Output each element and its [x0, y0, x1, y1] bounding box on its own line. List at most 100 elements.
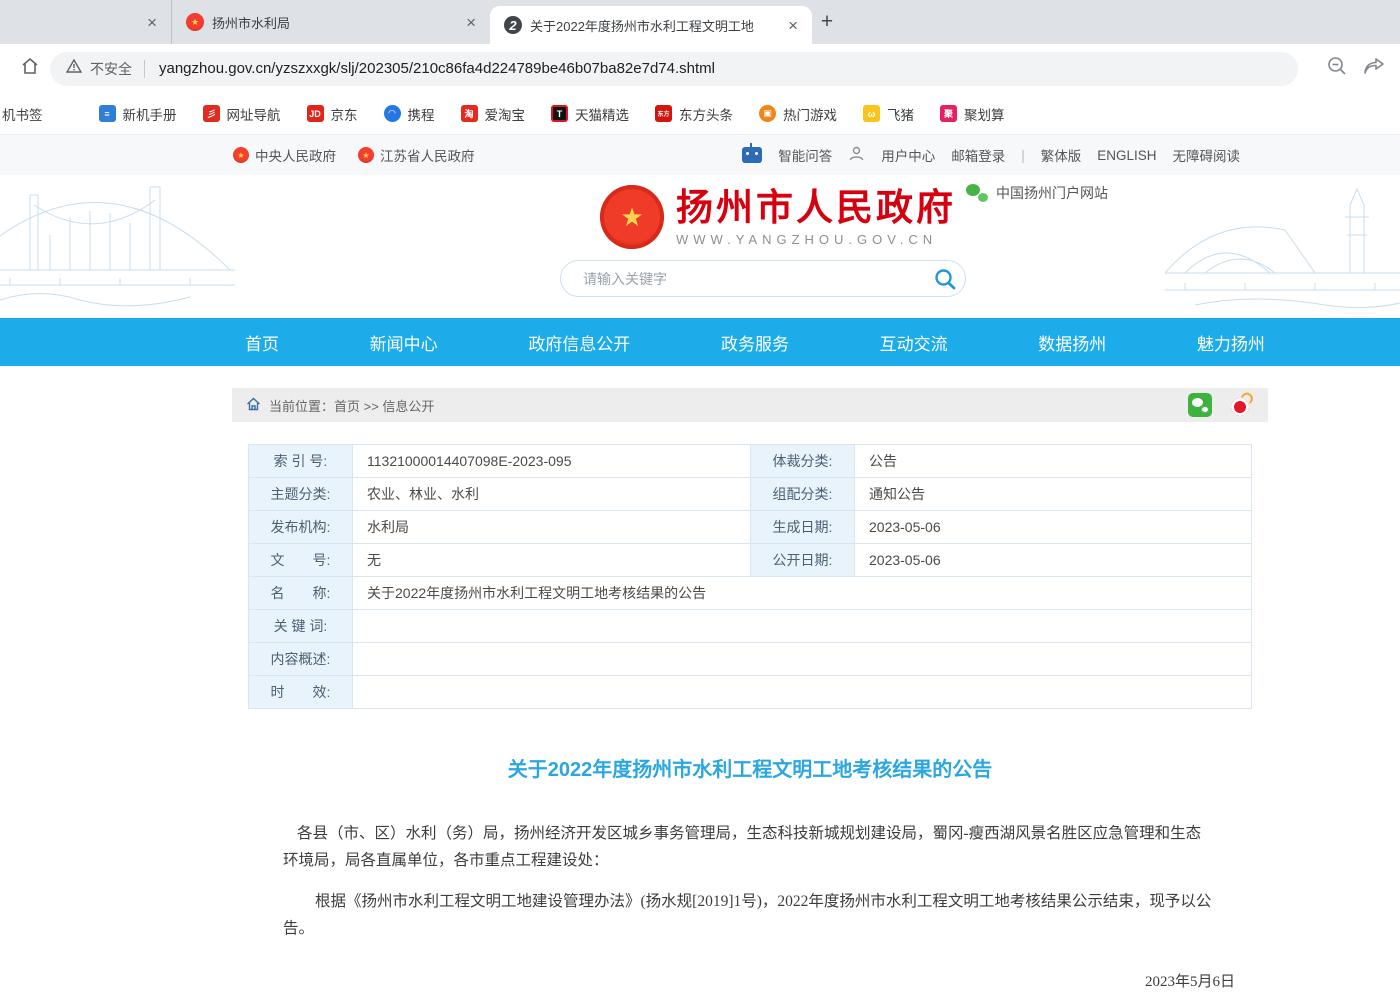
- bookmark-tmall[interactable]: T 天猫精选: [551, 104, 629, 124]
- tab-partial[interactable]: ×: [0, 0, 172, 44]
- portal-label: 中国扬州门户网站: [996, 183, 1108, 203]
- close-icon[interactable]: ×: [143, 12, 161, 33]
- wechat-share-icon[interactable]: [1188, 393, 1212, 417]
- meta-label: 组配分类:: [751, 478, 855, 511]
- gov-top-band: ★ 中央人民政府 ★ 江苏省人民政府 智能问答 用户中心 邮箱登录 | 繁体版 …: [0, 135, 1400, 175]
- site-nav-icon: 彡: [203, 105, 220, 122]
- bookmark-phone[interactable]: 机书签: [2, 104, 43, 124]
- url-text[interactable]: yangzhou.gov.cn/yzszxxgk/slj/202305/210c…: [159, 60, 715, 77]
- nav-charm[interactable]: 魅力扬州: [1187, 330, 1275, 355]
- meta-value-topic: 农业、林业、水利: [353, 478, 751, 511]
- home-icon[interactable]: [20, 56, 40, 81]
- nav-data[interactable]: 数据扬州: [1028, 330, 1116, 355]
- document-meta-table: 索 引 号: 11321000014407098E-2023-095 体裁分类:…: [248, 444, 1252, 709]
- gov-link-label: 江苏省人民政府: [380, 145, 475, 165]
- tab-title: 扬州市水利局: [212, 13, 454, 32]
- tab-active-announcement[interactable]: 2 关于2022年度扬州市水利工程文明工地 ×: [490, 6, 812, 44]
- tab-title: 关于2022年度扬州市水利工程文明工地: [530, 16, 776, 35]
- site-logo[interactable]: ★ 扬州市人民政府 WWW.YANGZHOU.GOV.CN: [600, 185, 956, 249]
- meta-value-publish-date: 2023-05-06: [855, 544, 1252, 577]
- weibo-share-icon[interactable]: [1230, 393, 1254, 417]
- games-icon: ▣: [759, 105, 776, 122]
- bookmark-fliggy[interactable]: ω 飞猪: [863, 104, 914, 124]
- bookmark-manual[interactable]: ≡ 新机手册: [99, 104, 177, 124]
- table-row: 主题分类: 农业、林业、水利 组配分类: 通知公告: [249, 478, 1252, 511]
- meta-label: 名 称:: [249, 577, 353, 610]
- site-url: WWW.YANGZHOU.GOV.CN: [676, 232, 956, 247]
- jd-icon: JD: [307, 105, 324, 122]
- url-field[interactable]: 不安全 yangzhou.gov.cn/yzszxxgk/slj/202305/…: [50, 52, 1298, 86]
- gov-emblem-icon: ★: [358, 147, 374, 163]
- security-label[interactable]: 不安全: [90, 59, 132, 79]
- tab-water-bureau[interactable]: ★ 扬州市水利局 ×: [172, 0, 490, 44]
- nav-interaction[interactable]: 互动交流: [870, 330, 958, 355]
- divider: |: [1021, 148, 1025, 163]
- table-row: 关 键 词:: [249, 610, 1252, 643]
- page-content: 当前位置：首页 >> 信息公开 索 引 号: 11321000014407098…: [232, 388, 1268, 997]
- portal-badge[interactable]: 中国扬州门户网站: [966, 183, 1108, 203]
- tmall-icon: T: [551, 105, 568, 122]
- robot-icon: [742, 147, 762, 163]
- close-icon[interactable]: ×: [462, 12, 480, 33]
- meta-value-index-number: 11321000014407098E-2023-095: [353, 445, 751, 478]
- meta-value-doc-number: 无: [353, 544, 751, 577]
- nav-home[interactable]: 首页: [235, 330, 289, 355]
- traditional-link[interactable]: 繁体版: [1041, 145, 1082, 165]
- address-bar: 不安全 yangzhou.gov.cn/yzszxxgk/slj/202305/…: [0, 44, 1400, 93]
- manual-book-icon: ≡: [99, 105, 116, 122]
- meta-label: 内容概述:: [249, 643, 353, 676]
- bookmark-label: 天猫精选: [575, 104, 629, 124]
- nav-info-disclosure[interactable]: 政府信息公开: [518, 330, 640, 355]
- breadcrumb-home-icon[interactable]: [246, 397, 261, 414]
- new-tab-button[interactable]: +: [812, 0, 842, 44]
- link-jiangsu-gov[interactable]: ★ 江苏省人民政府: [358, 145, 475, 165]
- smart-qa-link[interactable]: 智能问答: [778, 145, 832, 165]
- nav-news[interactable]: 新闻中心: [360, 330, 448, 355]
- article-date: 2023年5月6日: [232, 970, 1235, 991]
- meta-label: 索 引 号:: [249, 445, 353, 478]
- search-input[interactable]: [561, 271, 925, 287]
- meta-value-agency: 水利局: [353, 511, 751, 544]
- user-center-link[interactable]: 用户中心: [881, 145, 935, 165]
- table-row: 时 效:: [249, 676, 1252, 709]
- bookmark-toutiao[interactable]: 东方 东方头条: [655, 104, 733, 124]
- share-icon[interactable]: [1362, 55, 1386, 82]
- site-name: 扬州市人民政府: [676, 187, 956, 230]
- search-icon[interactable]: [925, 267, 965, 291]
- bookmark-ctrip[interactable]: ◠ 携程: [384, 104, 435, 124]
- bookmark-jd[interactable]: JD 京东: [307, 104, 358, 124]
- gov-emblem-favicon: ★: [186, 13, 204, 31]
- table-row: 发布机构: 水利局 生成日期: 2023-05-06: [249, 511, 1252, 544]
- accessibility-link[interactable]: 无障碍阅读: [1173, 145, 1241, 165]
- bookmark-label: 机书签: [2, 104, 43, 124]
- bookmark-games[interactable]: ▣ 热门游戏: [759, 104, 837, 124]
- mail-login-link[interactable]: 邮箱登录: [951, 145, 1005, 165]
- zoom-out-icon[interactable]: [1326, 55, 1348, 82]
- meta-label: 公开日期:: [751, 544, 855, 577]
- bridge-illustration-left: [0, 175, 235, 318]
- bookmark-label: 东方头条: [679, 104, 733, 124]
- english-link[interactable]: ENGLISH: [1097, 148, 1156, 163]
- browser-tab-strip: × ★ 扬州市水利局 × 2 关于2022年度扬州市水利工程文明工地 × +: [0, 0, 1400, 44]
- meta-value-group: 通知公告: [855, 478, 1252, 511]
- breadcrumb-text[interactable]: 当前位置：首页 >> 信息公开: [269, 396, 434, 415]
- meta-value-validity: [353, 676, 1252, 709]
- meta-value-genre: 公告: [855, 445, 1252, 478]
- bookmark-juhuasuan[interactable]: 聚 聚划算: [940, 104, 1005, 124]
- bookmark-label: 爱淘宝: [485, 104, 526, 124]
- site-header: ★ 扬州市人民政府 WWW.YANGZHOU.GOV.CN 中国扬州门户网站: [0, 175, 1400, 318]
- ctrip-dolphin-icon: ◠: [384, 105, 401, 122]
- article-paragraph: 根据《扬州市水利工程文明工地建设管理办法》(扬水规[2019]1号)，2022年…: [283, 888, 1215, 942]
- nav-services[interactable]: 政务服务: [711, 330, 799, 355]
- meta-value-summary: [353, 643, 1252, 676]
- close-icon[interactable]: ×: [784, 15, 802, 36]
- wechat-icon: [966, 184, 988, 202]
- bookmark-taobao[interactable]: 淘 爱淘宝: [461, 104, 526, 124]
- table-row: 内容概述:: [249, 643, 1252, 676]
- link-central-gov[interactable]: ★ 中央人民政府: [233, 145, 336, 165]
- bookmark-site-nav[interactable]: 彡 网址导航: [203, 104, 281, 124]
- table-row: 文 号: 无 公开日期: 2023-05-06: [249, 544, 1252, 577]
- fliggy-pig-icon: ω: [863, 105, 880, 122]
- browser-logo-favicon: 2: [504, 16, 522, 34]
- gov-emblem-icon: ★: [233, 147, 249, 163]
